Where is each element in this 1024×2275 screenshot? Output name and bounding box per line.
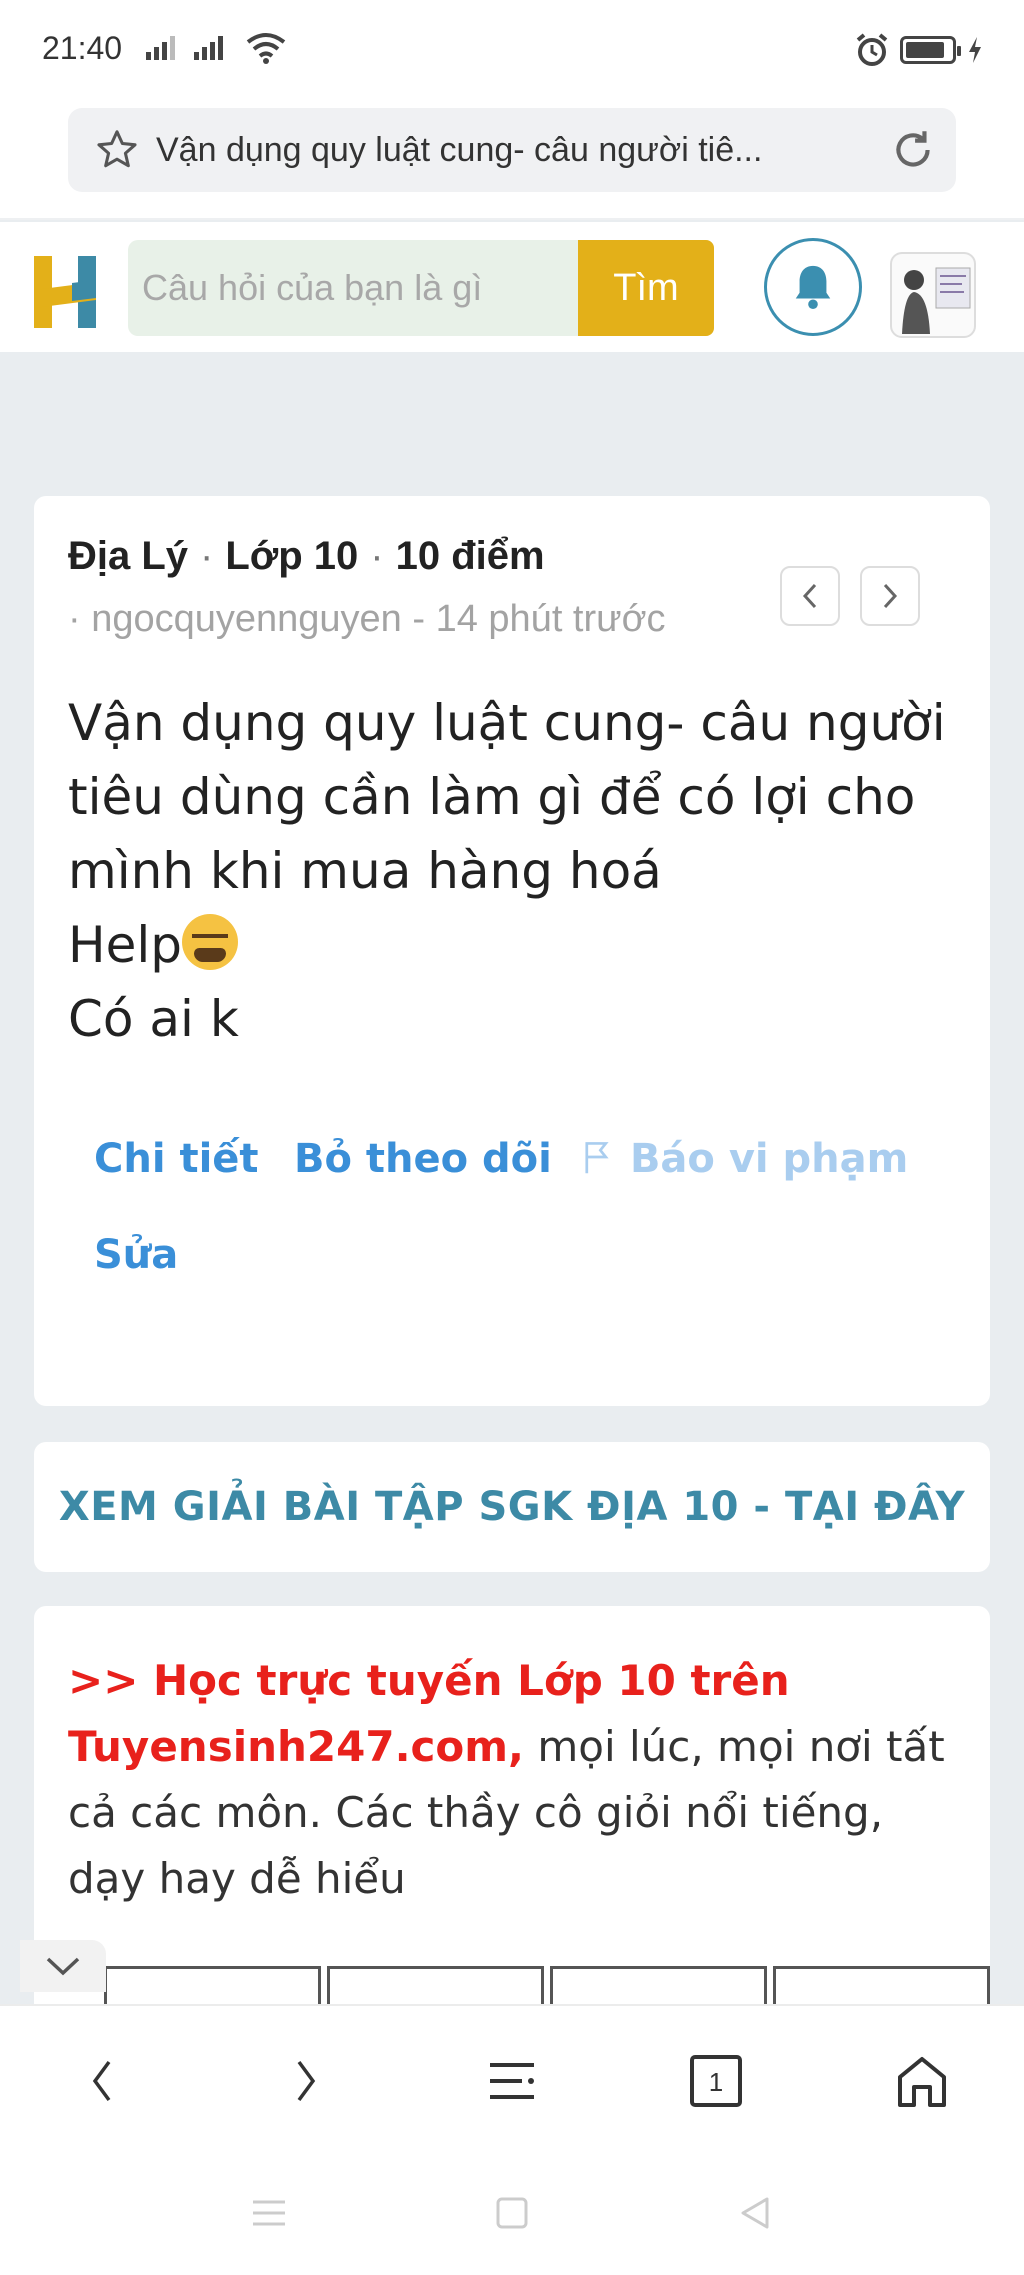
question-meta: Địa Lý · Lớp 10 · 10 điểm	[68, 534, 545, 578]
recents-button[interactable]	[244, 2188, 294, 2238]
chevron-left-icon	[802, 583, 817, 609]
forward-button[interactable]	[276, 2051, 336, 2111]
wifi-icon	[246, 33, 286, 64]
edit-link[interactable]: Sửa	[94, 1232, 178, 1278]
question-card: Địa Lý · Lớp 10 · 10 điểm · ngocquyennguyen …	[34, 496, 990, 1406]
question-line: mình khi mua hàng hoá	[68, 842, 662, 900]
bell-icon	[795, 265, 831, 310]
status-time: 21:40	[42, 30, 123, 66]
page-title[interactable]: Vận dụng quy luật cung- câu người tiê...	[156, 131, 846, 170]
question-line: Help	[68, 916, 182, 974]
sgk-solution-banner[interactable]: XEM GIẢI BÀI TẬP SGK ĐỊA 10 - TẠI ĐÂY	[34, 1442, 990, 1572]
hoc24-logo[interactable]	[32, 252, 100, 332]
collapse-toggle[interactable]	[20, 1940, 106, 1992]
question-line: tiêu dùng cần làm gì để có lợi cho	[68, 768, 916, 826]
crying-face-emoji	[182, 914, 238, 970]
flag-icon	[585, 1142, 609, 1174]
notification-button[interactable]	[764, 238, 862, 336]
points-label: 10 điểm	[395, 534, 545, 578]
browser-address-bar: Vận dụng quy luật cung- câu người tiê...	[0, 100, 1024, 220]
author-line[interactable]: · ngocquyennguyen - 14 phút trước	[68, 598, 666, 641]
question-line: Có ai k	[68, 990, 239, 1048]
search-button[interactable]: Tìm	[578, 240, 714, 336]
chevron-down-icon	[46, 1957, 80, 1976]
square-icon	[496, 2197, 528, 2229]
home-button[interactable]	[892, 2051, 952, 2111]
unfollow-link[interactable]: Bỏ theo dõi	[294, 1136, 552, 1182]
signal-icon	[194, 36, 226, 60]
signal-icon	[146, 36, 178, 60]
back-system-button[interactable]	[730, 2188, 780, 2238]
home-system-button[interactable]	[487, 2188, 537, 2238]
triangle-back-icon	[741, 2197, 769, 2229]
detail-link[interactable]: Chi tiết	[94, 1136, 259, 1182]
home-icon	[898, 2057, 946, 2107]
chevron-right-icon	[883, 583, 898, 609]
subject-label[interactable]: Địa Lý	[68, 534, 188, 578]
alarm-icon	[856, 33, 888, 66]
search-input[interactable]	[142, 267, 572, 309]
site-header: Tìm	[0, 222, 1024, 352]
sgk-link[interactable]: XEM GIẢI BÀI TẬP SGK ĐỊA 10 - TẠI ĐÂY	[59, 1484, 965, 1530]
tabs-button[interactable]: 1	[686, 2051, 746, 2111]
avatar[interactable]	[890, 252, 976, 338]
system-navigation-bar	[0, 2154, 1024, 2275]
tabs-icon: 1	[690, 2055, 742, 2107]
promo-text[interactable]: >> Học trực tuyến Lớp 10 trên Tuyensinh2…	[68, 1648, 968, 1912]
next-question-button[interactable]	[860, 566, 920, 626]
browser-toolbar: 1	[0, 2004, 1024, 2154]
url-field[interactable]: Vận dụng quy luật cung- câu người tiê...	[68, 108, 956, 192]
back-button[interactable]	[72, 2051, 132, 2111]
report-link[interactable]: Báo vi phạm	[582, 1136, 908, 1182]
back-icon	[92, 2060, 111, 2102]
status-bar: 21:40	[0, 0, 1024, 100]
promo-table-preview	[104, 1966, 990, 2006]
question-line: Vận dụng quy luật cung- câu người	[68, 694, 946, 752]
promo-card: >> Học trực tuyến Lớp 10 trên Tuyensinh2…	[34, 1606, 990, 2006]
recents-icon	[253, 2200, 285, 2226]
grade-label[interactable]: Lớp 10	[225, 534, 358, 578]
star-icon[interactable]	[92, 125, 142, 175]
question-body: Vận dụng quy luật cung- câu người tiêu d…	[68, 686, 948, 1056]
charging-icon	[969, 37, 981, 63]
prev-question-button[interactable]	[780, 566, 840, 626]
tab-count: 1	[709, 2067, 723, 2097]
menu-button[interactable]	[482, 2051, 542, 2111]
battery-icon	[900, 36, 961, 64]
forward-icon	[297, 2060, 316, 2102]
search-box	[128, 240, 578, 336]
menu-icon	[490, 2063, 534, 2099]
reload-icon[interactable]	[888, 125, 938, 175]
